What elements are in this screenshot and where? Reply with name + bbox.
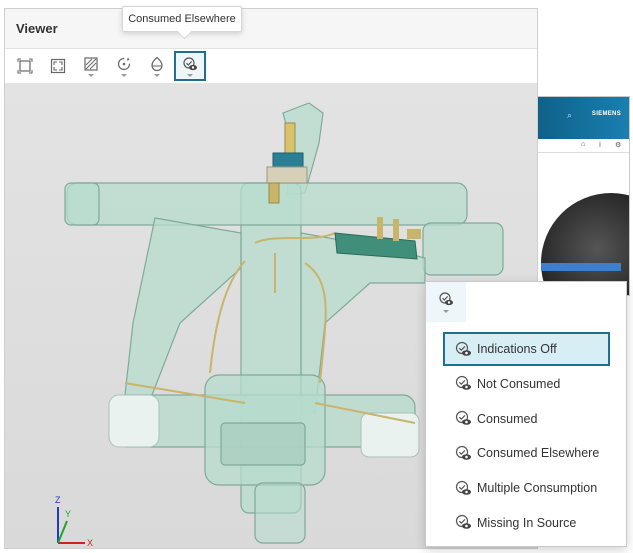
fit-view-button[interactable] xyxy=(9,51,41,81)
menu-item-label: Multiple Consumption xyxy=(477,481,598,496)
menu-list: Indications Off Not Consumed Consumed Co… xyxy=(443,332,610,541)
consumed-elsewhere-icon xyxy=(455,445,471,460)
section-button[interactable] xyxy=(141,51,173,81)
missing-in-source-icon xyxy=(455,515,471,530)
consumption-indication-icon xyxy=(183,56,197,70)
multiple-consumption-icon xyxy=(455,480,471,495)
background-app-subbar: ⌂ ⅰ ⚙ xyxy=(531,139,629,153)
display-mode-icon xyxy=(84,56,98,71)
consumption-indication-button[interactable] xyxy=(174,51,206,81)
home-icon: ⌂ xyxy=(581,141,586,148)
consumed-icon xyxy=(455,410,471,425)
menu-item-consumed-elsewhere[interactable]: Consumed Elsewhere xyxy=(443,436,610,470)
menu-item-label: Consumed Elsewhere xyxy=(477,446,600,461)
fullscreen-button[interactable] xyxy=(42,51,74,81)
menu-item-label: Missing In Source xyxy=(477,515,577,530)
section-icon xyxy=(151,56,163,71)
brand-logo: SIEMENS xyxy=(591,111,621,117)
axis-y-label: Y xyxy=(65,509,71,519)
menu-item-indications-off[interactable]: Indications Off xyxy=(443,332,610,366)
rotate-icon xyxy=(117,57,131,70)
chevron-down-icon xyxy=(187,73,193,77)
viewer-header: Viewer xyxy=(5,9,537,49)
menu-item-label: Consumed xyxy=(477,411,538,426)
axis-triad: Z Y X xyxy=(55,495,93,548)
search-icon: ⌕ xyxy=(567,110,573,120)
menu-item-multiple-consumption[interactable]: Multiple Consumption xyxy=(443,471,610,505)
axis-z-label: Z xyxy=(55,495,61,505)
toolbar-tooltip: Consumed Elsewhere xyxy=(122,6,242,32)
viewer-toolbar xyxy=(5,49,537,83)
viewer-title: Viewer xyxy=(16,21,58,36)
fit-view-icon xyxy=(17,58,33,74)
menu-item-not-consumed[interactable]: Not Consumed xyxy=(443,367,610,401)
rotate-button[interactable] xyxy=(108,51,140,81)
not-consumed-icon xyxy=(455,376,471,391)
menu-item-missing-in-source[interactable]: Missing In Source xyxy=(443,506,610,540)
consumption-indication-menu: Indications Off Not Consumed Consumed Co… xyxy=(425,281,627,547)
menu-trigger-button[interactable] xyxy=(426,282,466,322)
display-mode-button[interactable] xyxy=(75,51,107,81)
chevron-down-icon xyxy=(121,73,127,77)
chevron-down-icon xyxy=(154,73,160,77)
background-app-window: ⌕ SIEMENS ⌂ ⅰ ⚙ xyxy=(530,96,630,296)
chevron-down-icon xyxy=(443,310,449,313)
settings-icon: ⚙ xyxy=(615,142,622,149)
indications-off-icon xyxy=(455,341,471,356)
menu-item-label: Indications Off xyxy=(477,342,557,356)
axis-x-label: X xyxy=(87,538,93,548)
background-app-header: ⌕ SIEMENS xyxy=(531,97,629,139)
menu-item-consumed[interactable]: Consumed xyxy=(443,402,610,436)
fullscreen-icon xyxy=(50,58,66,74)
menu-item-label: Not Consumed xyxy=(477,376,561,391)
chevron-down-icon xyxy=(88,73,94,77)
info-icon: ⅰ xyxy=(599,142,601,149)
consumption-indication-icon xyxy=(439,292,453,306)
